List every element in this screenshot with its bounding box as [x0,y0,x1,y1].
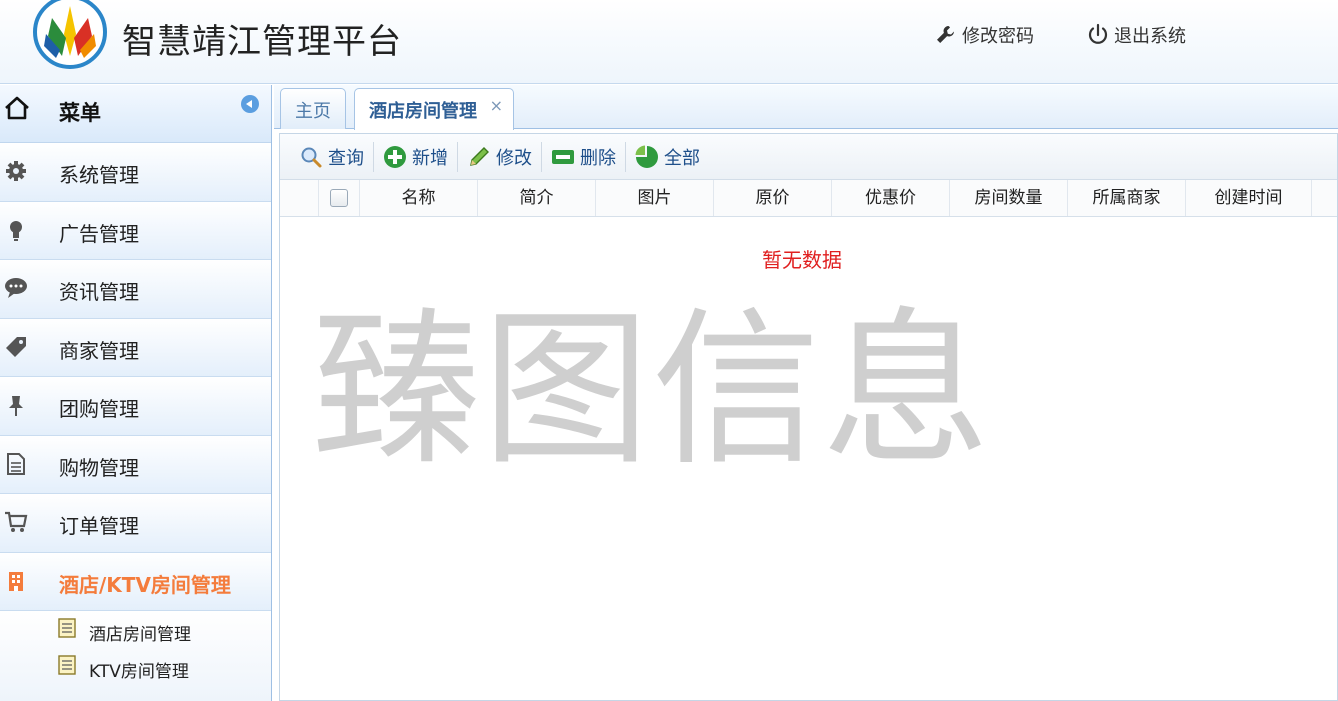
watermark-text: 臻图信息 [312,292,992,488]
column-header-created-time[interactable]: 创建时间 [1186,180,1312,216]
sidebar-item-shopping[interactable]: 购物管理 [0,435,271,494]
query-button[interactable]: 查询 [290,139,373,175]
wrench-icon [937,26,954,43]
add-label: 新增 [412,147,448,169]
logout-button[interactable]: 退出系统 [1086,22,1186,48]
change-password-button[interactable]: 修改密码 [934,22,1034,48]
logo-icon [33,0,107,69]
note-icon [58,655,76,675]
note-icon [58,618,76,638]
main-panel: 查询 新增 修改 删除 全部 名称 简介 图片 原价 优惠价 房间数量 所属商家… [279,133,1338,701]
pencil-icon [470,146,489,166]
row-number-header [280,180,318,216]
app-header: 智慧靖江管理平台 修改密码 退出系统 [0,0,1338,84]
sidebar-subitem-ktv-rooms[interactable]: KTV房间管理 [0,648,271,685]
tab-home[interactable]: 主页 [280,88,346,129]
sidebar-item-system[interactable]: 系统管理 [0,143,271,202]
select-all-cell [318,180,360,216]
plus-icon [384,145,406,168]
delete-button[interactable]: 删除 [542,139,625,175]
sidebar-item-label: 商家管理 [59,338,139,363]
sidebar-item-ads[interactable]: 广告管理 [0,201,271,260]
chat-bubble-icon [5,278,27,298]
sidebar-item-label: 订单管理 [59,514,139,538]
power-icon [1088,23,1108,44]
logout-label: 退出系统 [1114,26,1186,47]
gear-icon [6,161,26,181]
tab-hotel-rooms[interactable]: 酒店房间管理 × [354,88,514,130]
tab-hotel-rooms-label: 酒店房间管理 [369,101,477,122]
tag-icon [6,336,26,357]
sidebar-subitem-label: 酒店房间管理 [89,625,191,645]
sidebar-item-label: 酒店/KTV房间管理 [59,572,231,597]
all-label: 全部 [664,147,700,169]
table-header: 名称 简介 图片 原价 优惠价 房间数量 所属商家 创建时间 [280,180,1337,217]
sidebar-item-groupbuy[interactable]: 团购管理 [0,377,271,436]
select-all-checkbox[interactable] [330,189,348,207]
lightbulb-icon [10,220,22,241]
sidebar-item-merchants[interactable]: 商家管理 [0,318,271,377]
sidebar-title: 菜单 [59,101,101,125]
close-tab-icon[interactable]: × [490,96,503,115]
sidebar-item-hotel-ktv[interactable]: 酒店/KTV房间管理 [0,552,271,611]
pie-chart-icon [635,145,658,168]
sidebar-subitem-label: KTV房间管理 [89,662,189,682]
column-header-room-count[interactable]: 房间数量 [950,180,1068,216]
tab-home-label: 主页 [295,101,331,122]
sidebar-item-label: 广告管理 [59,221,139,246]
search-icon [301,147,322,167]
column-header-original-price[interactable]: 原价 [714,180,832,216]
sidebar-item-news[interactable]: 资讯管理 [0,260,271,319]
sidebar-subitem-hotel-rooms[interactable]: 酒店房间管理 [0,611,271,648]
edit-button[interactable]: 修改 [458,139,541,175]
column-header-discount-price[interactable]: 优惠价 [832,180,950,216]
sidebar-header: 菜单 [0,85,271,143]
minus-icon [552,149,574,164]
sidebar-item-label: 团购管理 [59,397,139,421]
collapse-sidebar-icon[interactable] [241,95,259,113]
document-icon [7,452,25,475]
cart-icon [5,511,28,532]
sidebar-item-label: 购物管理 [59,455,139,480]
toolbar: 查询 新增 修改 删除 全部 [280,134,1337,180]
tab-bar: 主页 酒店房间管理 × [274,85,1338,130]
change-password-label: 修改密码 [962,26,1034,47]
add-button[interactable]: 新增 [374,139,457,175]
sidebar-item-label: 系统管理 [59,163,139,187]
pin-icon [9,396,23,416]
building-icon [9,571,23,591]
sidebar: 菜单 系统管理 广告管理 资讯管理 商家管理 团购管理 购物管理 订单管理 酒店… [0,85,272,701]
sidebar-item-orders[interactable]: 订单管理 [0,494,271,553]
column-header-merchant[interactable]: 所属商家 [1068,180,1186,216]
column-header-image[interactable]: 图片 [596,180,714,216]
query-label: 查询 [328,147,364,169]
sidebar-item-label: 资讯管理 [59,280,139,304]
app-title: 智慧靖江管理平台 [122,22,402,62]
edit-label: 修改 [496,147,532,169]
column-header-intro[interactable]: 简介 [478,180,596,216]
all-button[interactable]: 全部 [626,139,709,175]
home-icon [5,96,29,120]
column-header-name[interactable]: 名称 [360,180,478,216]
sidebar-submenu: 酒店房间管理 KTV房间管理 [0,611,271,701]
delete-label: 删除 [580,147,616,169]
